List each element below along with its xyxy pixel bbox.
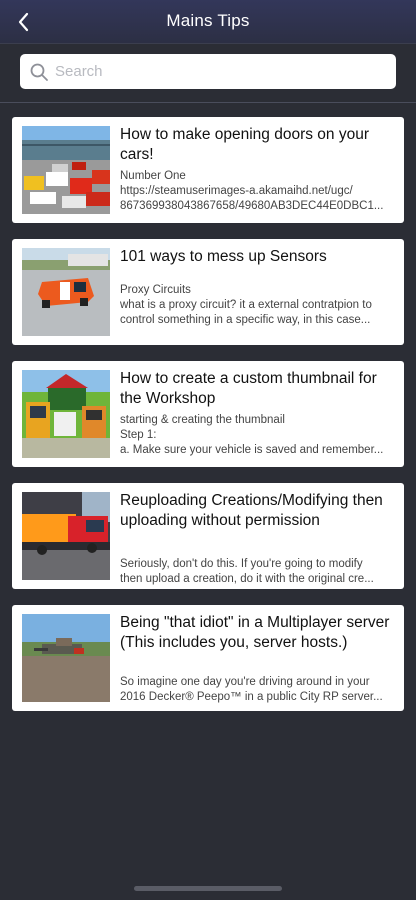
search-input[interactable] (55, 56, 396, 87)
excerpt-line: Proxy Circuits (120, 284, 191, 296)
excerpt-line: 867369938043867658/49680AB3DEC44E0DBC1..… (120, 200, 384, 212)
article-card[interactable]: How to make opening doors on your cars! … (12, 117, 404, 223)
search-icon (30, 63, 48, 81)
excerpt-line: control something in a specific way, in … (120, 314, 371, 326)
excerpt-line: starting & creating the thumbnail (120, 414, 285, 426)
article-title: Being "that idiot" in a Multiplayer serv… (120, 614, 390, 651)
article-excerpt: Proxy Circuits what is a proxy circuit? … (120, 283, 398, 328)
article-excerpt: Number One https://steamuserimages-a.aka… (120, 169, 398, 214)
article-excerpt: Seriously, don't do this. If you're goin… (120, 557, 398, 587)
excerpt-line: 2016 Decker® Peepo™ in a public City RP … (120, 691, 383, 703)
article-excerpt: starting & creating the thumbnail Step 1… (120, 413, 398, 458)
excerpt-line: a. Make sure your vehicle is saved and r… (120, 444, 384, 456)
article-card[interactable]: How to create a custom thumbnail for the… (12, 361, 404, 467)
excerpt-line: Step 1: (120, 429, 157, 441)
tips-list: How to make opening doors on your cars! … (12, 117, 404, 727)
article-card[interactable]: 101 ways to mess up Sensors Proxy Circui… (12, 239, 404, 345)
excerpt-line: then upload a creation, do it with the o… (120, 573, 374, 585)
article-thumbnail (22, 248, 110, 336)
excerpt-line: So imagine one day you're driving around… (120, 676, 370, 688)
article-thumbnail (22, 126, 110, 214)
article-title: How to make opening doors on your cars! (120, 126, 370, 163)
excerpt-line: Number One (120, 170, 186, 182)
article-thumbnail (22, 614, 110, 702)
nav-bar: Mains Tips (0, 0, 416, 44)
article-thumbnail (22, 370, 110, 458)
excerpt-line: what is a proxy circuit? it a external c… (120, 299, 372, 311)
article-thumbnail (22, 492, 110, 580)
home-indicator[interactable] (134, 886, 282, 891)
search-bar (0, 45, 416, 103)
article-excerpt: So imagine one day you're driving around… (120, 675, 398, 705)
article-card[interactable]: Being "that idiot" in a Multiplayer serv… (12, 605, 404, 711)
article-title: How to create a custom thumbnail for the… (120, 370, 377, 407)
excerpt-line: Seriously, don't do this. If you're goin… (120, 558, 363, 570)
article-title: Reuploading Creations/Modifying then upl… (120, 492, 383, 529)
article-card[interactable]: Reuploading Creations/Modifying then upl… (12, 483, 404, 589)
page-title: Mains Tips (166, 11, 250, 30)
search-box[interactable] (20, 54, 396, 89)
excerpt-line: https://steamuserimages-a.akamaihd.net/u… (120, 185, 353, 197)
article-title: 101 ways to mess up Sensors (120, 248, 327, 265)
